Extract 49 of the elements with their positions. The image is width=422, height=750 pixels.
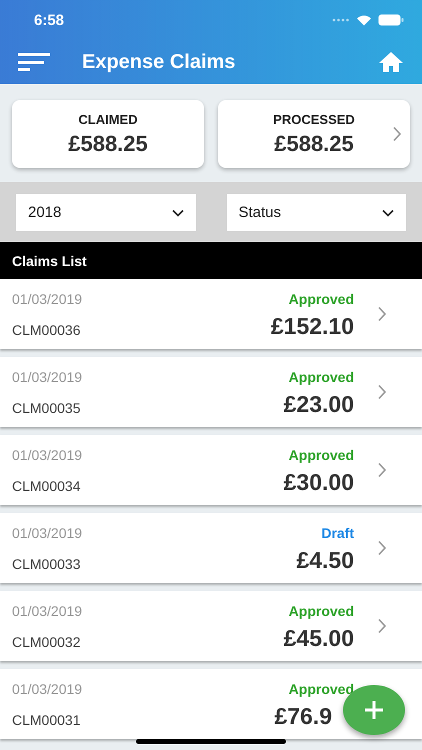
claim-id: CLM00032 <box>12 634 82 650</box>
wifi-icon <box>356 14 372 26</box>
claim-row[interactable]: 01/03/2019 Approved CLM00032 £45.00 <box>0 591 422 661</box>
signal-icon <box>332 18 350 22</box>
filter-dropdown[interactable]: 2018 <box>16 194 196 231</box>
claim-amount: £23.00 <box>284 392 354 416</box>
claim-row[interactable]: 01/03/2019 Approved CLM00036 £152.10 <box>0 279 422 349</box>
claim-status: Approved <box>288 446 354 462</box>
claim-status: Approved <box>288 290 354 306</box>
claim-id: CLM00031 <box>12 712 82 728</box>
claim-date: 01/03/2019 <box>12 290 84 306</box>
claim-row[interactable]: 01/03/2019 Approved CLM00031 £76.9 <box>0 669 422 739</box>
claim-date: 01/03/2019 <box>12 602 84 618</box>
claim-amount: £152.10 <box>270 314 354 338</box>
status-time: 6:58 <box>34 12 64 28</box>
summary-card[interactable]: CLAIMED £588.25 <box>12 100 204 168</box>
claim-status: Approved <box>288 368 354 384</box>
home-icon[interactable] <box>378 51 404 73</box>
list-heading: Claims List <box>0 242 422 279</box>
battery-icon <box>378 14 404 26</box>
menu-icon[interactable] <box>18 52 50 72</box>
caret-icon <box>172 208 184 216</box>
claim-amount: £4.50 <box>296 548 354 572</box>
caret-icon <box>382 208 394 216</box>
claim-id: CLM00035 <box>12 400 82 416</box>
summary-label: PROCESSED <box>273 112 355 126</box>
claim-row[interactable]: 01/03/2019 Approved CLM00035 £23.00 <box>0 357 422 427</box>
claim-row[interactable]: 01/03/2019 Approved CLM00034 £30.00 <box>0 435 422 505</box>
summary-card[interactable]: PROCESSED £588.25 <box>218 100 410 168</box>
claim-amount: £45.00 <box>284 626 354 650</box>
claim-row[interactable]: 01/03/2019 Draft CLM00033 £4.50 <box>0 513 422 583</box>
claim-date: 01/03/2019 <box>12 680 84 696</box>
claim-status: Draft <box>321 524 354 540</box>
plus-icon <box>364 700 384 720</box>
filter-dropdown[interactable]: Status <box>226 194 406 231</box>
summary-label: CLAIMED <box>78 112 138 126</box>
claim-date: 01/03/2019 <box>12 446 84 462</box>
claim-status: Approved <box>288 680 354 696</box>
summary-amount: £588.25 <box>274 130 354 156</box>
claim-id: CLM00033 <box>12 556 82 572</box>
claim-id: CLM00036 <box>12 322 82 338</box>
claim-status: Approved <box>288 602 354 618</box>
claim-amount: £76.9 <box>274 704 332 728</box>
claim-id: CLM00034 <box>12 478 82 494</box>
summary-amount: £588.25 <box>68 130 148 156</box>
claim-amount: £30.00 <box>284 470 354 494</box>
claim-date: 01/03/2019 <box>12 368 84 384</box>
screen-title: Expense Claims <box>82 50 236 74</box>
claim-date: 01/03/2019 <box>12 524 84 540</box>
